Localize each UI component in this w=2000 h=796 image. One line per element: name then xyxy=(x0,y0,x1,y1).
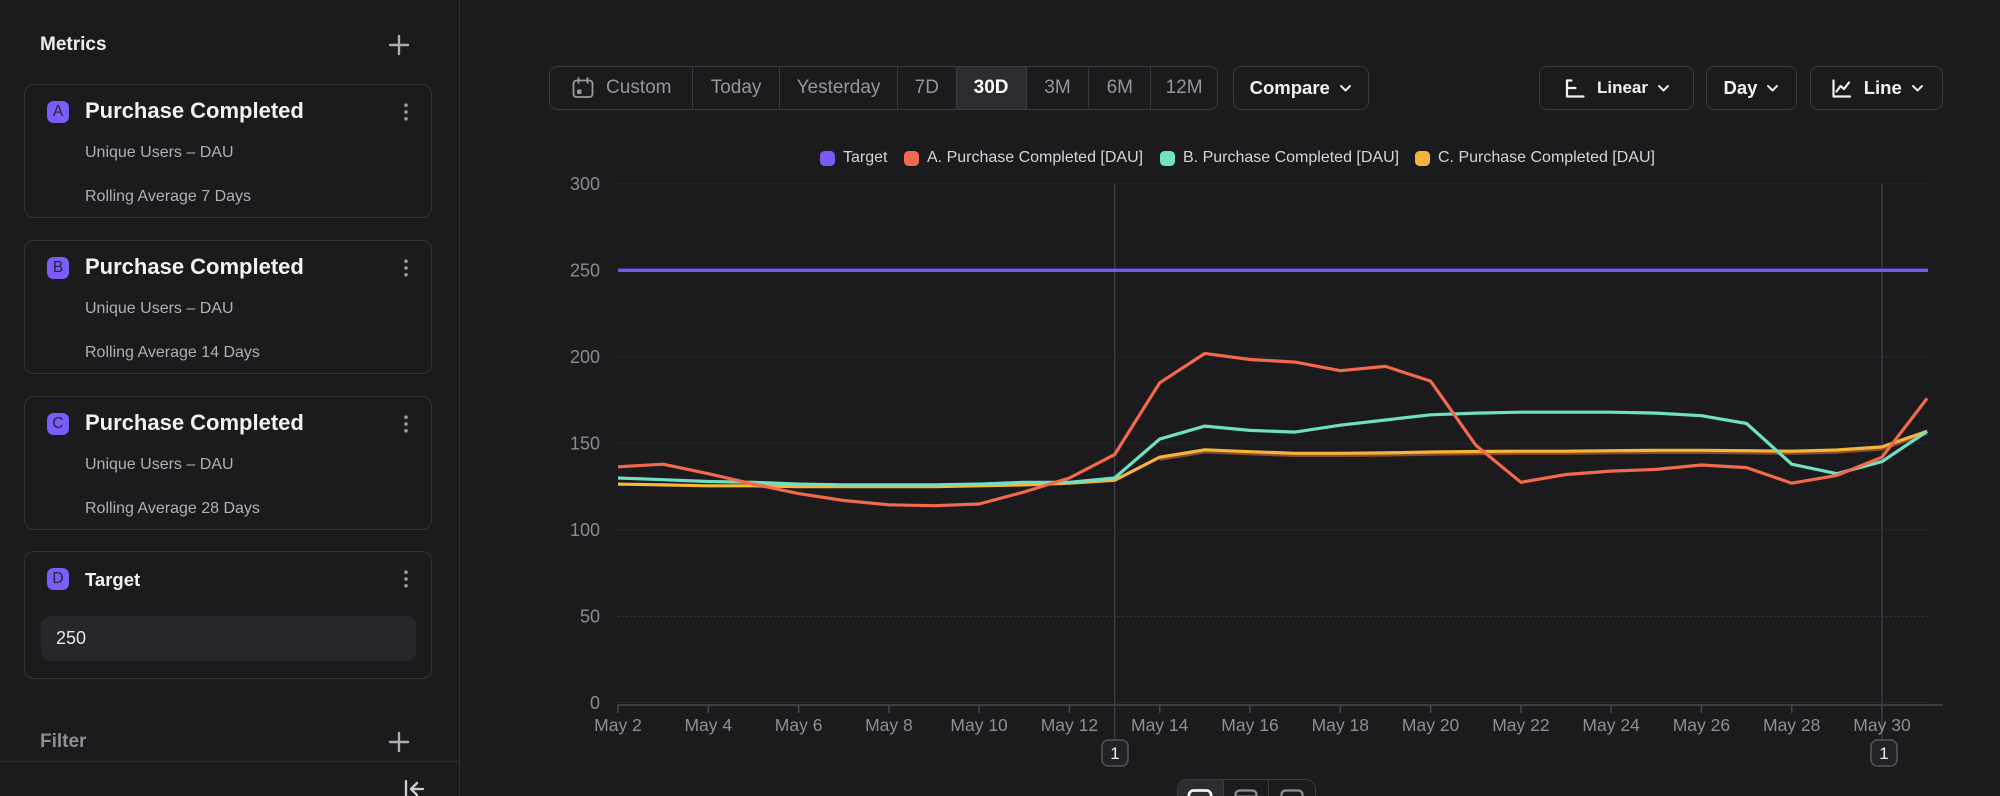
svg-text:May 20: May 20 xyxy=(1402,715,1460,735)
svg-text:0: 0 xyxy=(590,693,600,713)
svg-text:May 8: May 8 xyxy=(865,715,913,735)
svg-text:May 28: May 28 xyxy=(1763,715,1820,735)
svg-text:100: 100 xyxy=(570,520,600,540)
svg-text:May 30: May 30 xyxy=(1853,715,1911,735)
svg-text:May 4: May 4 xyxy=(684,715,732,735)
svg-text:1: 1 xyxy=(1110,744,1119,763)
svg-text:May 26: May 26 xyxy=(1673,715,1730,735)
svg-text:May 2: May 2 xyxy=(594,715,642,735)
svg-text:250: 250 xyxy=(570,260,600,280)
svg-text:300: 300 xyxy=(570,174,600,194)
svg-text:200: 200 xyxy=(570,347,600,367)
svg-text:May 18: May 18 xyxy=(1312,715,1369,735)
svg-text:May 10: May 10 xyxy=(950,715,1008,735)
svg-text:May 12: May 12 xyxy=(1041,715,1098,735)
svg-text:May 14: May 14 xyxy=(1131,715,1189,735)
svg-text:150: 150 xyxy=(570,433,600,453)
svg-text:1: 1 xyxy=(1879,744,1888,763)
svg-text:May 6: May 6 xyxy=(775,715,823,735)
svg-text:May 16: May 16 xyxy=(1221,715,1278,735)
svg-text:May 24: May 24 xyxy=(1582,715,1640,735)
svg-text:May 22: May 22 xyxy=(1492,715,1549,735)
svg-text:50: 50 xyxy=(580,607,600,627)
